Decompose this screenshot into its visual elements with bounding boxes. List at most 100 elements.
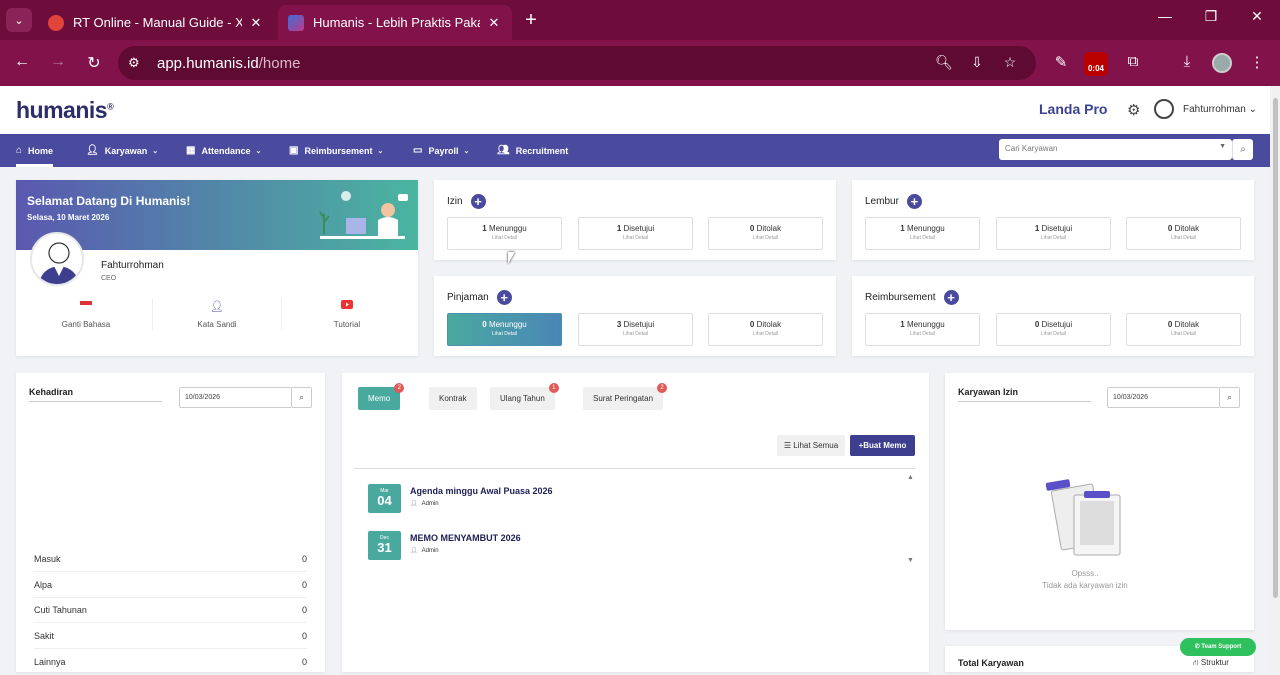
lembur-menunggu-box[interactable]: 1 Menunggu Lihat Detail	[865, 217, 980, 250]
chrome-menu-icon[interactable]: ⋮	[1246, 53, 1268, 71]
feather-extension-icon[interactable]: ✎	[1050, 53, 1072, 71]
user-menu[interactable]: Fahturrohman ⌄	[1183, 104, 1257, 115]
scroll-down-icon[interactable]: ▼	[907, 557, 914, 564]
profile-role: CEO	[101, 275, 117, 282]
memo-author: 👤︎ Admin	[410, 501, 439, 507]
izin-disetujui-box[interactable]: 1 Disetujui Lihat Detail	[578, 217, 693, 250]
home-icon: ⌂	[16, 145, 23, 156]
profile-name: Fahturrohman	[101, 260, 164, 271]
izin-menunggu-box[interactable]: 1 Menunggu Lihat Detail	[447, 217, 562, 250]
forward-icon[interactable]: →	[48, 53, 68, 71]
memo-count-badge: 2	[394, 383, 405, 393]
pinjaman-disetujui-box[interactable]: 3 Disetujui Lihat Detail	[578, 313, 693, 346]
user-check-icon: 👤︎	[86, 145, 99, 156]
back-icon[interactable]: ←	[12, 53, 32, 71]
total-karyawan-title: Total Karyawan	[958, 658, 1024, 668]
list-item[interactable]: Dec 31 MEMO MENYAMBUT 2026 👤︎ Admin	[368, 531, 898, 561]
download-icon[interactable]: ⤓	[1176, 53, 1198, 70]
kehadiran-date-input[interactable]: 10/03/2026	[179, 387, 292, 408]
nav-recruitment[interactable]: 👥︎ Recruitment	[497, 134, 568, 167]
reimbursement-disetujui-box[interactable]: 0 Disetujui Lihat Detail	[996, 313, 1111, 346]
memo-author: 👤︎ Admin	[410, 548, 439, 554]
flag-icon	[21, 300, 151, 312]
restore-icon[interactable]: ❐	[1196, 8, 1226, 25]
humanis-logo[interactable]: humanis®	[16, 97, 114, 124]
site-settings-icon[interactable]: ⚙	[128, 55, 148, 71]
search-icon[interactable]: ⌕	[1232, 139, 1253, 160]
whatsapp-icon: ✆	[1194, 644, 1200, 650]
add-pinjaman-button[interactable]: +	[496, 290, 512, 305]
person-icon: 👤︎	[410, 548, 418, 554]
tab-ulang-tahun[interactable]: Ulang Tahun 1	[490, 383, 559, 410]
close-window-icon[interactable]: ✕	[1242, 8, 1272, 25]
welcome-title: Selamat Datang Di Humanis!	[27, 194, 191, 208]
memo-card: Memo 2 Kontrak Ulang Tahun 1 Surat Peringa…	[342, 373, 929, 672]
list-item: Sakit 0	[34, 623, 307, 649]
karyawan-izin-date-input[interactable]: 10/03/2026	[1107, 387, 1220, 408]
url-host: app.humanis.id	[157, 54, 259, 72]
zoom-icon[interactable]: 🔍︎	[934, 54, 954, 71]
browser-tab-humanis[interactable]: Humanis - Lebih Praktis Pakai H ✕	[278, 5, 512, 40]
tutorial-button[interactable]: Tutorial	[282, 300, 412, 329]
close-tab-icon[interactable]: ✕	[248, 15, 264, 31]
nav-karyawan[interactable]: 👤︎ Karyawan ⌄	[86, 134, 158, 167]
user-key-icon: 👤︎	[210, 301, 224, 313]
lembur-ditolak-box[interactable]: 0 Ditolak Lihat Detail	[1126, 217, 1241, 250]
kehadiran-card: Kehadiran 10/03/2026 ⌕ Masuk 0 Alpa 0 Cuti…	[16, 373, 325, 672]
memo-title[interactable]: Agenda minggu Awal Puasa 2026	[410, 486, 553, 496]
browser-tab-rt-online[interactable]: RT Online - Manual Guide - Xmi ✕	[38, 5, 274, 40]
izin-ditolak-box[interactable]: 0 Ditolak Lihat Detail	[708, 217, 823, 250]
wallet-icon: ▭	[413, 145, 423, 156]
change-language-button[interactable]: Ganti Bahasa	[21, 300, 151, 329]
tab-memo[interactable]: Memo 2	[358, 383, 405, 410]
nav-home[interactable]: ⌂ Home	[16, 134, 54, 167]
scrollbar-thumb[interactable]	[1273, 98, 1278, 598]
search-icon[interactable]: ⌕	[1220, 387, 1240, 408]
list-item: Masuk 0	[34, 546, 307, 572]
tab-search-chevron-icon[interactable]: ⌄	[6, 8, 32, 32]
new-tab-button[interactable]: +	[520, 9, 542, 31]
lihat-semua-button[interactable]: ☰ Lihat Semua	[777, 435, 845, 456]
memo-title[interactable]: MEMO MENYAMBUT 2026	[410, 533, 521, 543]
list-item[interactable]: Mar 04 Agenda minggu Awal Puasa 2026 👤︎ Ad…	[368, 484, 898, 514]
add-reimbursement-button[interactable]: +	[943, 290, 959, 305]
pinjaman-ditolak-box[interactable]: 0 Ditolak Lihat Detail	[708, 313, 823, 346]
add-izin-button[interactable]: +	[470, 194, 486, 209]
bookmark-star-icon[interactable]: ☆	[1000, 54, 1020, 71]
employee-search-select[interactable]: Cari Karyawan ▼	[999, 139, 1232, 160]
surat-peringatan-count-badge: 2	[657, 383, 668, 393]
welcome-card: Selamat Datang Di Humanis! Selasa, 10 Ma…	[16, 180, 418, 356]
scroll-up-icon[interactable]: ▲	[907, 474, 914, 481]
reimbursement-ditolak-box[interactable]: 0 Ditolak Lihat Detail	[1126, 313, 1241, 346]
install-app-icon[interactable]: ⇩	[967, 54, 987, 71]
gear-icon[interactable]: ⚙	[1127, 101, 1143, 119]
company-name[interactable]: Landa Pro	[1039, 101, 1107, 117]
tab-surat-peringatan[interactable]: Surat Peringatan 2	[583, 383, 668, 410]
timer-extension-icon[interactable]: 0:04	[1084, 52, 1108, 76]
page-scrollbar[interactable]	[1270, 86, 1280, 672]
user-avatar-icon[interactable]	[1154, 99, 1174, 119]
struktur-button[interactable]: ⛙ Struktur	[1193, 658, 1229, 668]
close-tab-icon[interactable]: ✕	[486, 15, 502, 31]
nav-attendance[interactable]: ▦ Attendance ⌄	[186, 134, 261, 167]
users-icon: 👥︎	[497, 145, 510, 156]
reimbursement-menunggu-box[interactable]: 1 Menunggu Lihat Detail	[865, 313, 980, 346]
extensions-puzzle-icon[interactable]: ⧉	[1122, 53, 1144, 70]
team-support-button[interactable]: ✆ Team Support	[1180, 638, 1256, 656]
reload-icon[interactable]: ↻	[84, 53, 104, 73]
karyawan-izin-card: Karyawan Izin 10/03/2026 ⌕ Opsss.. Tidak…	[945, 373, 1254, 630]
search-icon[interactable]: ⌕	[292, 387, 312, 408]
url-bar[interactable]: ⚙ app.humanis.id/home 🔍︎ ⇩ ☆	[118, 46, 1036, 80]
minimize-icon[interactable]: —	[1150, 8, 1180, 24]
nav-reimbursement[interactable]: ▣ Reimbursement ⌄	[289, 134, 383, 167]
browser-profile-avatar[interactable]	[1212, 53, 1232, 73]
reimbursement-card: Reimbursement + 1 Menunggu Lihat Detail 0 …	[852, 276, 1254, 356]
nav-payroll[interactable]: ▭ Payroll ⌄	[413, 134, 469, 167]
lembur-disetujui-box[interactable]: 1 Disetujui Lihat Detail	[996, 217, 1111, 250]
pinjaman-menunggu-box[interactable]: 0 Menunggu Lihat Detail	[447, 313, 562, 346]
empty-text: Tidak ada karyawan izin	[1042, 581, 1128, 590]
tab-kontrak[interactable]: Kontrak	[429, 387, 477, 410]
change-password-button[interactable]: 👤︎ Kata Sandi	[152, 300, 282, 329]
add-lembur-button[interactable]: +	[906, 194, 922, 209]
buat-memo-button[interactable]: +Buat Memo	[850, 435, 915, 456]
